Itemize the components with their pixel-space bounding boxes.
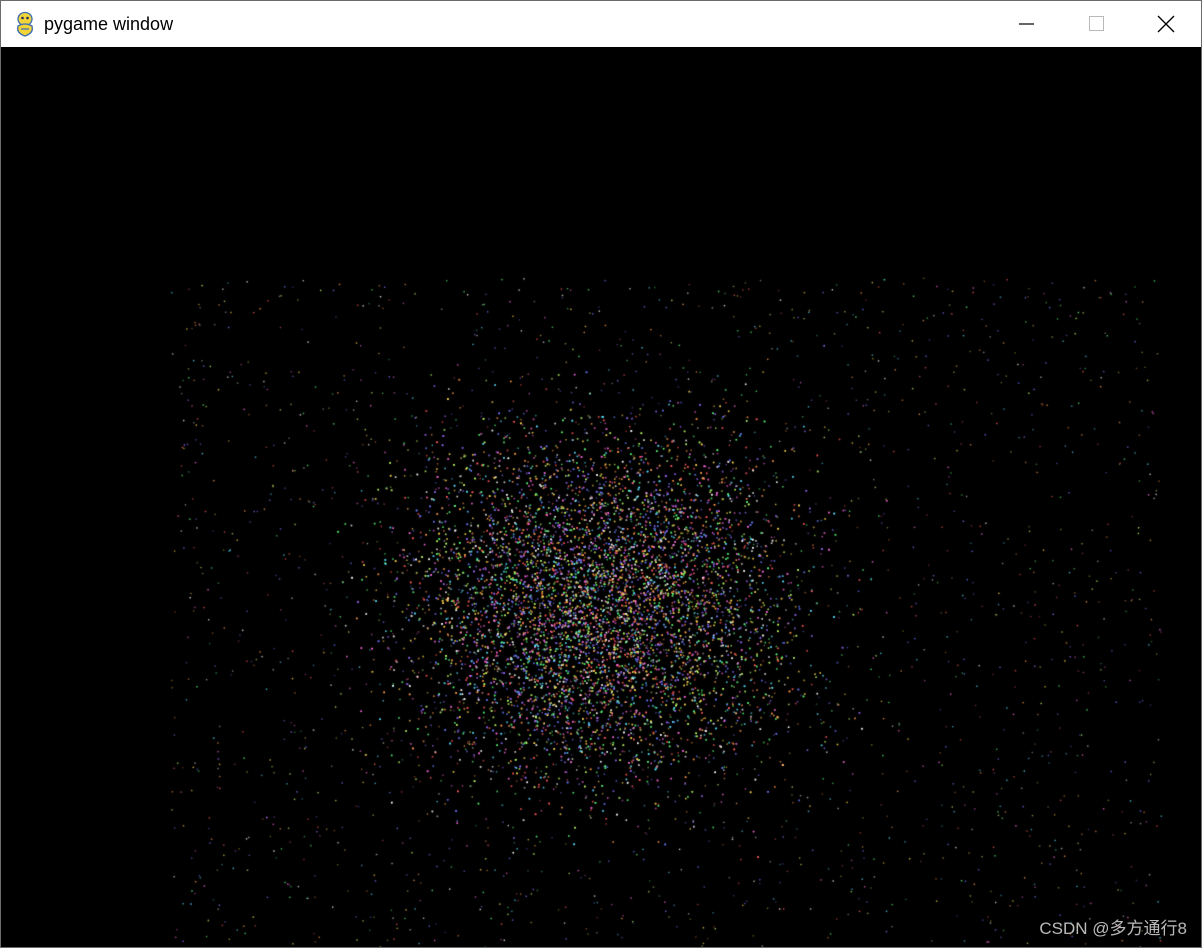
title-bar[interactable]: pygame window	[1, 1, 1201, 47]
watermark: CSDN @多方通行8	[1039, 919, 1187, 938]
pygame-snake-icon	[17, 11, 33, 37]
maximize-button[interactable]	[1062, 1, 1132, 47]
window-title: pygame window	[44, 14, 174, 34]
minimize-button[interactable]	[992, 1, 1062, 47]
maximize-icon	[1089, 16, 1104, 31]
minimize-icon	[1019, 23, 1034, 25]
close-icon	[1157, 15, 1175, 33]
close-button[interactable]	[1131, 1, 1201, 47]
game-canvas[interactable]: CSDN @多方通行8	[1, 47, 1201, 947]
particle-field	[1, 47, 1201, 947]
pygame-window: pygame window CSDN @多方通行8	[0, 0, 1202, 948]
